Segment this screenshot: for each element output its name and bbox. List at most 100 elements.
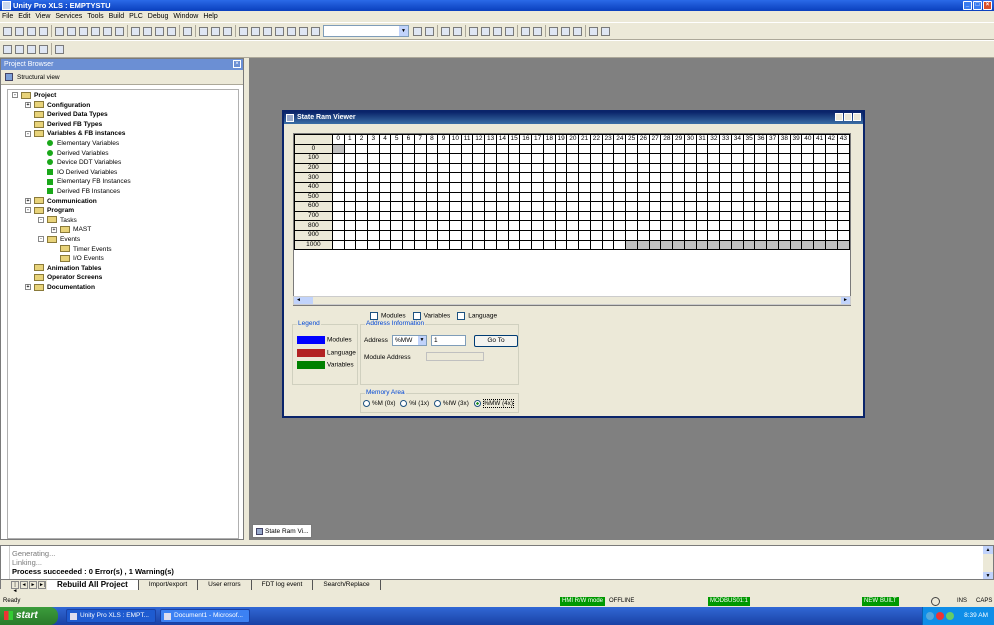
tree-node[interactable]: - Tasks	[8, 216, 238, 226]
cut-icon[interactable]	[55, 26, 64, 36]
memory-cell[interactable]	[719, 143, 732, 155]
memory-cell[interactable]	[766, 220, 779, 231]
memory-cell[interactable]	[801, 172, 815, 183]
memory-cell[interactable]	[754, 143, 768, 155]
memory-cell[interactable]	[460, 210, 474, 222]
memory-cell[interactable]	[683, 181, 697, 193]
paste-icon[interactable]	[79, 26, 88, 36]
memory-cell[interactable]	[613, 239, 627, 251]
memory-cell[interactable]	[648, 239, 662, 251]
scroll-up-icon[interactable]: ▲	[983, 546, 993, 554]
screen-icon[interactable]	[453, 26, 462, 36]
memory-cell[interactable]	[777, 220, 791, 231]
memory-cell[interactable]	[460, 143, 474, 155]
connect-icon[interactable]	[199, 26, 208, 36]
memory-cell[interactable]	[754, 181, 768, 193]
memory-cell[interactable]	[566, 201, 580, 212]
memory-cell[interactable]	[589, 201, 603, 212]
info-icon[interactable]	[589, 26, 598, 36]
tree-node[interactable]: Elementary Variables	[8, 139, 238, 149]
memory-cell[interactable]	[636, 172, 650, 183]
memory-cell[interactable]	[578, 229, 591, 241]
memory-cell[interactable]	[719, 153, 732, 164]
memory-cell[interactable]	[484, 172, 497, 183]
memory-cell[interactable]	[613, 172, 627, 183]
memory-cell[interactable]	[777, 162, 791, 174]
memory-cell[interactable]	[672, 239, 685, 251]
memory-cell[interactable]	[636, 210, 650, 222]
memory-cell[interactable]	[366, 220, 380, 231]
memory-cell[interactable]	[542, 172, 556, 183]
close-icon[interactable]: ×	[233, 60, 241, 68]
memory-cell[interactable]	[554, 229, 568, 241]
network-icon[interactable]	[926, 612, 934, 620]
tree-node[interactable]: I/O Events	[8, 254, 238, 264]
memory-cell[interactable]	[601, 201, 615, 212]
memory-cell[interactable]	[589, 162, 603, 174]
expand-icon[interactable]: +	[51, 226, 57, 233]
context-help-icon[interactable]	[601, 26, 610, 36]
memory-cell[interactable]	[472, 229, 486, 241]
memory-cell[interactable]	[331, 172, 345, 183]
memory-cell[interactable]	[507, 239, 521, 251]
collapse-icon[interactable]: -	[25, 130, 31, 137]
memory-cell[interactable]	[578, 172, 591, 183]
stop-icon[interactable]	[493, 26, 502, 36]
memory-cell[interactable]	[437, 239, 450, 251]
memory-cell[interactable]	[777, 210, 791, 222]
variables-checkbox[interactable]: Variables	[412, 312, 450, 320]
memory-cell[interactable]	[601, 239, 615, 251]
memory-cell[interactable]	[484, 201, 497, 212]
memory-cell[interactable]	[836, 229, 850, 241]
memory-cell[interactable]	[789, 153, 803, 164]
memory-cell[interactable]	[448, 201, 462, 212]
radio-circle[interactable]	[400, 400, 408, 407]
memory-cell[interactable]	[460, 181, 474, 193]
memory-cell[interactable]	[507, 210, 521, 222]
memory-cell[interactable]	[836, 239, 850, 251]
memory-cell[interactable]	[695, 201, 709, 212]
memory-cell[interactable]	[519, 201, 533, 212]
memory-cell[interactable]	[601, 162, 615, 174]
tab-search-replace[interactable]: Search/Replace	[313, 580, 381, 590]
memory-cell[interactable]	[683, 229, 697, 241]
memory-cell[interactable]	[613, 143, 627, 155]
tab-rebuild-all-project[interactable]: Rebuild All Project	[47, 580, 139, 590]
go-to-button[interactable]: Go To	[474, 335, 518, 347]
memory-cell[interactable]	[801, 181, 815, 193]
memory-cell[interactable]	[589, 172, 603, 183]
memory-cell[interactable]	[554, 153, 568, 164]
tab-import-export[interactable]: Import/export	[139, 580, 199, 590]
memory-cell[interactable]	[730, 191, 744, 203]
memory-cell[interactable]	[378, 162, 392, 174]
memory-cell[interactable]	[472, 220, 486, 231]
memory-cell[interactable]	[448, 162, 462, 174]
tree-node[interactable]: + Communication	[8, 197, 238, 207]
tree-node[interactable]: Timer Events	[8, 245, 238, 255]
memory-cell[interactable]	[425, 172, 439, 183]
scroll-thumb[interactable]	[303, 297, 313, 304]
memory-cell[interactable]	[542, 201, 556, 212]
memory-cell[interactable]	[636, 181, 650, 193]
memory-iw-radio[interactable]: %IW (3x)	[433, 400, 469, 407]
memory-cell[interactable]	[378, 229, 392, 241]
memory-cell[interactable]	[437, 210, 450, 222]
state-ram-icon[interactable]	[521, 26, 530, 36]
memory-cell[interactable]	[636, 239, 650, 251]
build-icon[interactable]	[143, 26, 152, 36]
memory-cell[interactable]	[460, 191, 474, 203]
memory-cell[interactable]	[836, 172, 850, 183]
menu-build[interactable]: Build	[109, 13, 125, 20]
memory-cell[interactable]	[695, 191, 709, 203]
menu-help[interactable]: Help	[203, 13, 217, 20]
memory-cell[interactable]	[754, 191, 768, 203]
menu-tools[interactable]: Tools	[87, 13, 103, 20]
memory-cell[interactable]	[813, 210, 826, 222]
tab-fdt-log-event[interactable]: FDT log event	[252, 580, 314, 590]
memory-cell[interactable]	[413, 143, 427, 155]
memory-cell[interactable]	[460, 162, 474, 174]
tree-node[interactable]: + Configuration	[8, 101, 238, 111]
memory-cell[interactable]	[554, 143, 568, 155]
memory-cell[interactable]	[331, 229, 345, 241]
memory-cell[interactable]	[672, 143, 685, 155]
